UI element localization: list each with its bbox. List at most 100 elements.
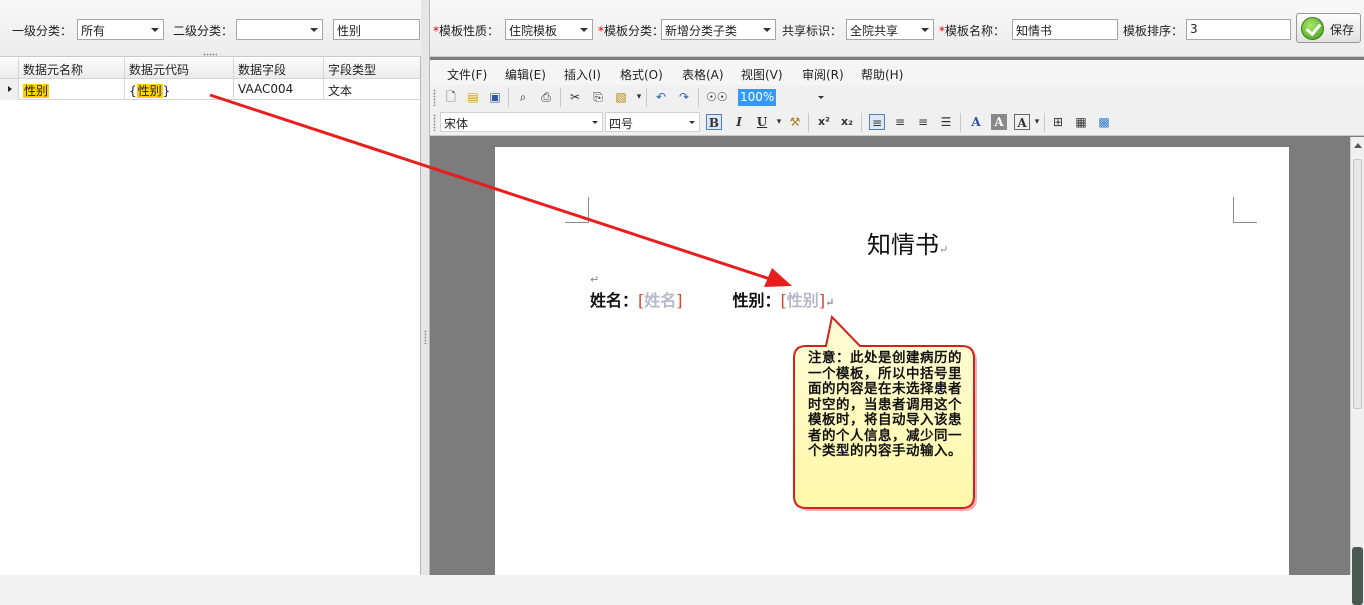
paste-icon[interactable]: ▧ [613, 89, 629, 105]
document-title[interactable]: 知情书↵ [867, 225, 948, 260]
chevron-down-icon [689, 121, 695, 124]
cut-icon[interactable]: ✂ [567, 89, 583, 105]
save-disk-icon[interactable]: ▣ [487, 89, 503, 105]
cell-name[interactable]: 性别 [19, 79, 125, 100]
chevron-down-icon[interactable]: ▾ [1029, 114, 1045, 130]
name-placeholder-field[interactable]: 姓名 [644, 291, 676, 310]
format-painter-icon[interactable]: ⚒ [787, 114, 803, 130]
page-margin-corner [1233, 197, 1257, 223]
row-indicator-header [0, 58, 19, 79]
menu-file[interactable]: 文件(F) [447, 66, 487, 83]
cell-name-value: 性别 [23, 84, 50, 98]
toolbar-grip[interactable] [433, 114, 436, 131]
menubar: 文件(F) 编辑(E) 插入(I) 格式(O) 表格(A) 视图(V) 审阅(R… [430, 60, 1364, 85]
splitter-grip[interactable] [203, 53, 217, 56]
column-header-type[interactable]: 字段类型 [324, 58, 420, 79]
level1-select[interactable]: 所有 [77, 19, 164, 40]
new-document-icon[interactable]: 🗋 [443, 89, 459, 105]
menu-edit[interactable]: 编辑(E) [505, 66, 546, 83]
align-center-icon[interactable]: ≡ [892, 114, 908, 130]
chevron-down-icon [151, 28, 159, 32]
code-brace-open: { [129, 84, 137, 98]
code-brace-close: } [162, 84, 171, 98]
save-button[interactable]: 保存 [1296, 13, 1361, 43]
nature-label: *模板性质： [433, 24, 500, 38]
open-folder-icon[interactable]: ▤ [465, 89, 481, 105]
menu-view[interactable]: 视图(V) [741, 66, 783, 83]
standard-toolbar: 🗋 ▤ ▣ ⌕ ⎙ ✂ ⎘ ▧ ▾ ↶ ↷ ☉☉ 100% [430, 85, 1364, 110]
underline-button[interactable]: U [754, 114, 770, 130]
field-bracket: ] [676, 291, 683, 310]
font-name-select[interactable]: 宋体 [440, 112, 603, 132]
insert-image-icon[interactable]: ▩ [1096, 114, 1112, 130]
align-right-icon[interactable]: ≡ [915, 114, 931, 130]
toolbar-separator [861, 113, 862, 132]
chevron-down-icon[interactable]: ▾ [631, 89, 647, 105]
superscript-icon[interactable]: x² [816, 114, 832, 130]
column-header-field[interactable]: 数据字段 [234, 58, 324, 79]
menu-review[interactable]: 审阅(R) [802, 66, 844, 83]
subscript-icon[interactable]: x₂ [839, 114, 855, 130]
toolbar-separator [960, 113, 961, 132]
side-panel-handle[interactable] [1352, 547, 1363, 605]
scroll-up-icon[interactable] [1354, 143, 1362, 148]
template-nature-select[interactable]: 住院模板 [505, 19, 593, 40]
cell-type[interactable]: 文本 [324, 79, 420, 100]
search-input[interactable]: 性别 [333, 19, 420, 40]
table-row[interactable]: 性别 {性别} VAAC004 文本 [0, 79, 420, 100]
text-border-icon[interactable]: A [1014, 114, 1030, 130]
grid-header-row: 数据元名称 数据元代码 数据字段 字段类型 [0, 58, 420, 79]
category-label: *模板分类： [598, 24, 665, 38]
menu-format[interactable]: 格式(O) [620, 66, 663, 83]
align-left-icon[interactable]: ≡ [869, 114, 885, 130]
splitter-grip[interactable] [424, 330, 427, 344]
gender-field-label: 性别： [732, 291, 781, 310]
insert-table-icon[interactable]: ⊞ [1050, 114, 1066, 130]
template-nature-value: 住院模板 [509, 24, 558, 38]
menu-help[interactable]: 帮助(H) [861, 66, 903, 83]
bold-button[interactable]: B [706, 114, 722, 130]
template-name-input[interactable]: 知情书 [1012, 19, 1118, 40]
print-icon[interactable]: ⎙ [538, 89, 554, 105]
italic-button[interactable]: I [731, 114, 747, 130]
chevron-down-icon [763, 28, 771, 32]
font-color-icon[interactable]: A [968, 114, 984, 130]
vertical-scrollbar[interactable] [1350, 137, 1364, 605]
find-binoculars-icon[interactable]: ☉☉ [706, 89, 728, 105]
toolbar-separator [508, 88, 509, 107]
level1-select-value: 所有 [81, 24, 106, 38]
patient-info-line[interactable]: 姓名：[姓名] 性别：[性别]↵ [590, 287, 834, 311]
toolbar-grip[interactable] [433, 89, 436, 106]
menu-table[interactable]: 表格(A) [682, 66, 724, 83]
share-select[interactable]: 全院共享 [846, 19, 934, 40]
menu-insert[interactable]: 插入(I) [564, 66, 601, 83]
column-header-name[interactable]: 数据元名称 [19, 58, 125, 79]
column-header-code[interactable]: 数据元代码 [125, 58, 234, 79]
page-margin-corner [565, 197, 589, 223]
cell-field[interactable]: VAAC004 [234, 79, 324, 100]
cell-code[interactable]: {性别} [125, 79, 234, 100]
search-input-value: 性别 [337, 24, 362, 38]
template-category-select[interactable]: 新增分类子类 [661, 19, 776, 40]
highlight-color-icon[interactable]: A [991, 114, 1007, 130]
template-order-input[interactable]: 3 [1186, 19, 1291, 40]
print-preview-icon[interactable]: ⌕ [515, 89, 531, 105]
template-properties-bar: *模板性质： 住院模板 *模板分类： 新增分类子类 共享标识： 全院共享 *模板… [430, 0, 1364, 57]
chevron-down-icon[interactable]: ▾ [771, 114, 787, 130]
zoom-select[interactable]: 100% [736, 88, 828, 107]
undo-icon[interactable]: ↶ [653, 89, 669, 105]
level2-label: 二级分类： [173, 24, 234, 38]
vertical-splitter[interactable] [421, 0, 430, 575]
level2-select[interactable] [236, 19, 323, 40]
name-field-label: 姓名： [590, 291, 639, 310]
align-justify-icon[interactable]: ☰ [938, 114, 954, 130]
callout-note: 注意：此处是创建病历的一个模板，所以中括号里面的内容是在未选择患者时空的，当患者… [808, 350, 962, 459]
font-size-select[interactable]: 四号 [605, 112, 700, 132]
toolbar-separator [698, 88, 699, 107]
scrollbar-thumb[interactable] [1353, 159, 1362, 409]
gender-placeholder-field[interactable]: 性别 [787, 291, 819, 310]
copy-icon[interactable]: ⎘ [590, 89, 606, 105]
redo-icon[interactable]: ↷ [676, 89, 692, 105]
paragraph-mark: ↵ [825, 296, 835, 309]
table-properties-icon[interactable]: ▦ [1073, 114, 1089, 130]
